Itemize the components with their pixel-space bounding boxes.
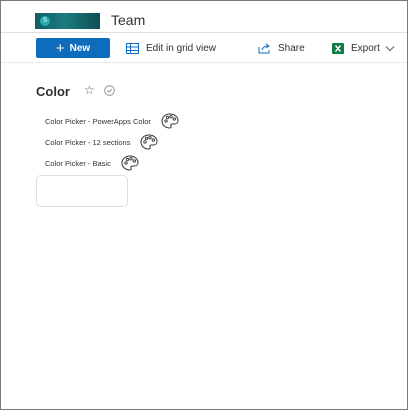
app-frame: S Team + New Edit in grid view Share Exp… (0, 0, 408, 410)
export-button[interactable]: Export (332, 38, 395, 58)
chevron-down-icon (385, 45, 395, 51)
star-icon[interactable]: ☆ (84, 83, 95, 97)
list-item-label[interactable]: Color Picker - 12 sections (45, 138, 130, 147)
list-title: Color (36, 84, 70, 99)
palette-icon (121, 155, 139, 171)
new-button[interactable]: + New (36, 38, 110, 58)
list-item-label[interactable]: Color Picker - PowerApps Color (45, 117, 151, 126)
list-item[interactable]: Color Picker - PowerApps Color (45, 113, 179, 129)
list-item-label[interactable]: Color Picker - Basic (45, 159, 111, 168)
plus-icon: + (55, 39, 65, 57)
new-button-label: New (69, 42, 91, 54)
excel-icon (332, 42, 344, 54)
sharepoint-icon: S (40, 16, 50, 26)
share-label: Share (278, 42, 305, 54)
header-divider (1, 32, 407, 33)
share-button[interactable]: Share (258, 38, 305, 58)
edit-in-grid-view-label: Edit in grid view (146, 42, 217, 54)
share-icon (258, 43, 270, 53)
site-logo[interactable]: S (35, 13, 100, 29)
export-label: Export (351, 42, 380, 54)
palette-icon (161, 113, 179, 129)
empty-card[interactable] (36, 175, 128, 207)
list-item[interactable]: Color Picker - Basic (45, 155, 139, 171)
check-circle-icon[interactable] (104, 85, 115, 96)
command-bar-divider (1, 62, 407, 63)
site-title[interactable]: Team (111, 12, 145, 28)
list-item[interactable]: Color Picker - 12 sections (45, 134, 158, 150)
palette-icon (140, 134, 158, 150)
edit-in-grid-view-button[interactable]: Edit in grid view (126, 38, 216, 58)
grid-icon (126, 42, 139, 54)
